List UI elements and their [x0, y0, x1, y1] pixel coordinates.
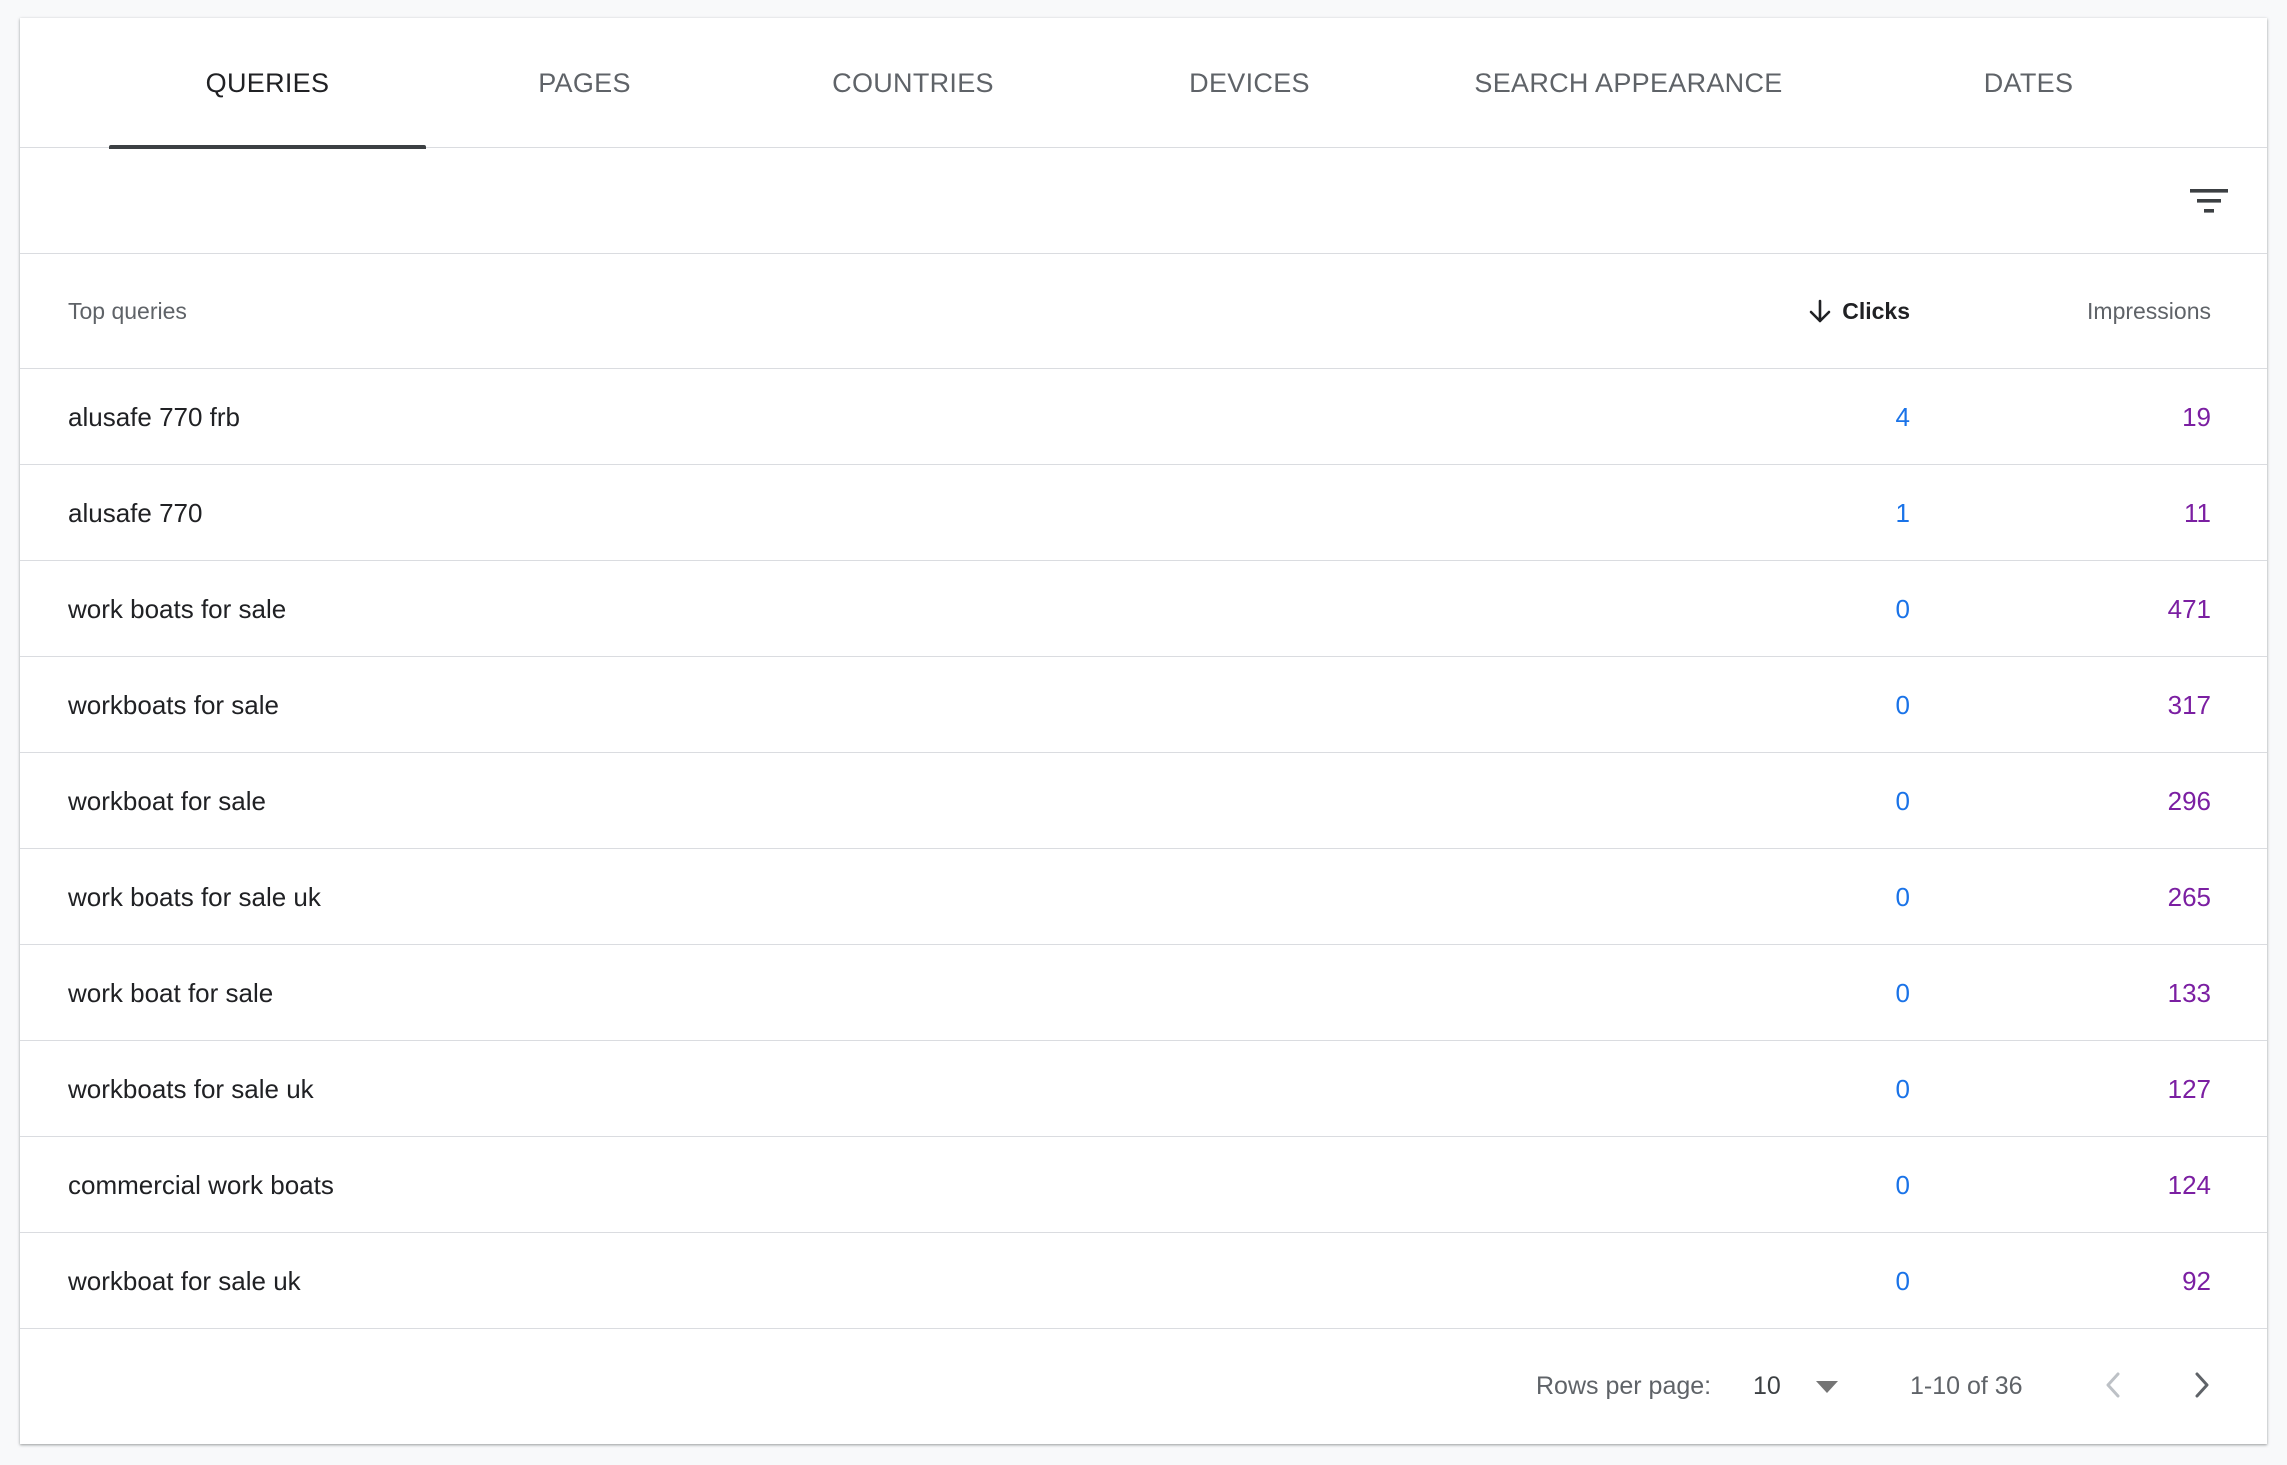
impressions-cell: 19 — [2182, 401, 2211, 432]
query-cell: workboats for sale uk — [68, 1073, 314, 1104]
performance-card: QUERIES PAGES COUNTRIES DEVICES SEARCH A… — [20, 18, 2267, 1444]
clicks-cell: 4 — [1895, 401, 1910, 432]
filter-icon — [2190, 189, 2228, 213]
previous-page-button[interactable] — [2085, 1357, 2141, 1413]
impressions-cell: 296 — [2167, 785, 2211, 816]
filter-button[interactable] — [2181, 173, 2237, 229]
chevron-left-icon — [2106, 1372, 2120, 1398]
dropdown-arrow-icon — [1815, 1380, 1838, 1393]
impressions-cell: 11 — [2184, 497, 2211, 528]
impressions-cell: 471 — [2167, 593, 2211, 624]
tab-bar: QUERIES PAGES COUNTRIES DEVICES SEARCH A… — [20, 18, 2267, 149]
queries-table: Top queries Clicks Impressions alusafe 7… — [20, 254, 2267, 1329]
impressions-cell: 92 — [2182, 1265, 2211, 1296]
table-row[interactable]: work boat for sale 0 133 — [20, 945, 2267, 1041]
next-page-button[interactable] — [2174, 1357, 2230, 1413]
table-row[interactable]: workboat for sale 0 296 — [20, 753, 2267, 849]
table-header: Top queries Clicks Impressions — [20, 254, 2267, 369]
clicks-cell: 0 — [1895, 689, 1910, 720]
impressions-cell: 127 — [2167, 1073, 2211, 1104]
column-header-query: Top queries — [68, 298, 187, 324]
impressions-cell: 124 — [2167, 1169, 2211, 1200]
clicks-cell: 0 — [1895, 977, 1910, 1008]
clicks-cell: 0 — [1895, 881, 1910, 912]
column-header-clicks[interactable]: Clicks — [1808, 254, 1910, 369]
tab-search-appearance[interactable]: SEARCH APPEARANCE — [1416, 18, 1841, 148]
pagination-range: 1-10 of 36 — [1910, 1372, 2023, 1400]
impressions-cell: 265 — [2167, 881, 2211, 912]
clicks-cell: 0 — [1895, 785, 1910, 816]
query-cell: workboat for sale — [68, 785, 266, 816]
query-cell: work boats for sale uk — [68, 881, 321, 912]
rows-per-page-select[interactable]: 10 — [1753, 1329, 1839, 1444]
query-cell: alusafe 770 frb — [68, 401, 241, 432]
table-row[interactable]: commercial work boats 0 124 — [20, 1137, 2267, 1233]
query-cell: work boat for sale — [68, 977, 274, 1008]
query-cell: workboats for sale — [68, 689, 279, 720]
rows-per-page-label: Rows per page: — [1536, 1372, 1712, 1400]
table-row[interactable]: work boats for sale 0 471 — [20, 561, 2267, 657]
impressions-cell: 133 — [2167, 977, 2211, 1008]
tab-queries[interactable]: QUERIES — [109, 18, 426, 149]
filter-bar — [20, 148, 2267, 254]
clicks-cell: 0 — [1895, 593, 1910, 624]
column-header-impressions[interactable]: Impressions — [2087, 254, 2211, 369]
table-pagination: Rows per page: 10 1-10 of 36 — [20, 1329, 2267, 1444]
query-cell: workboat for sale uk — [68, 1265, 301, 1296]
chevron-right-icon — [2195, 1372, 2209, 1398]
table-row[interactable]: alusafe 770 frb 4 19 — [20, 369, 2267, 465]
tab-dates[interactable]: DATES — [1841, 18, 2216, 148]
clicks-header-label: Clicks — [1842, 298, 1910, 324]
clicks-cell: 0 — [1895, 1073, 1910, 1104]
clicks-cell: 1 — [1895, 497, 1910, 528]
table-row[interactable]: alusafe 770 1 11 — [20, 465, 2267, 561]
tab-pages[interactable]: PAGES — [426, 18, 743, 148]
query-cell: work boats for sale — [68, 593, 287, 624]
table-row[interactable]: work boats for sale uk 0 265 — [20, 849, 2267, 945]
clicks-cell: 0 — [1895, 1265, 1910, 1296]
query-cell: alusafe 770 — [68, 497, 203, 528]
clicks-cell: 0 — [1895, 1169, 1910, 1200]
table-row[interactable]: workboat for sale uk 0 92 — [20, 1233, 2267, 1329]
tab-devices[interactable]: DEVICES — [1083, 18, 1416, 148]
impressions-cell: 317 — [2167, 689, 2211, 720]
table-row[interactable]: workboats for sale uk 0 127 — [20, 1041, 2267, 1137]
tab-countries[interactable]: COUNTRIES — [743, 18, 1083, 148]
query-cell: commercial work boats — [68, 1169, 334, 1200]
arrow-down-icon — [1809, 299, 1831, 322]
rows-per-page-value: 10 — [1753, 1372, 1781, 1400]
table-row[interactable]: workboats for sale 0 317 — [20, 657, 2267, 753]
